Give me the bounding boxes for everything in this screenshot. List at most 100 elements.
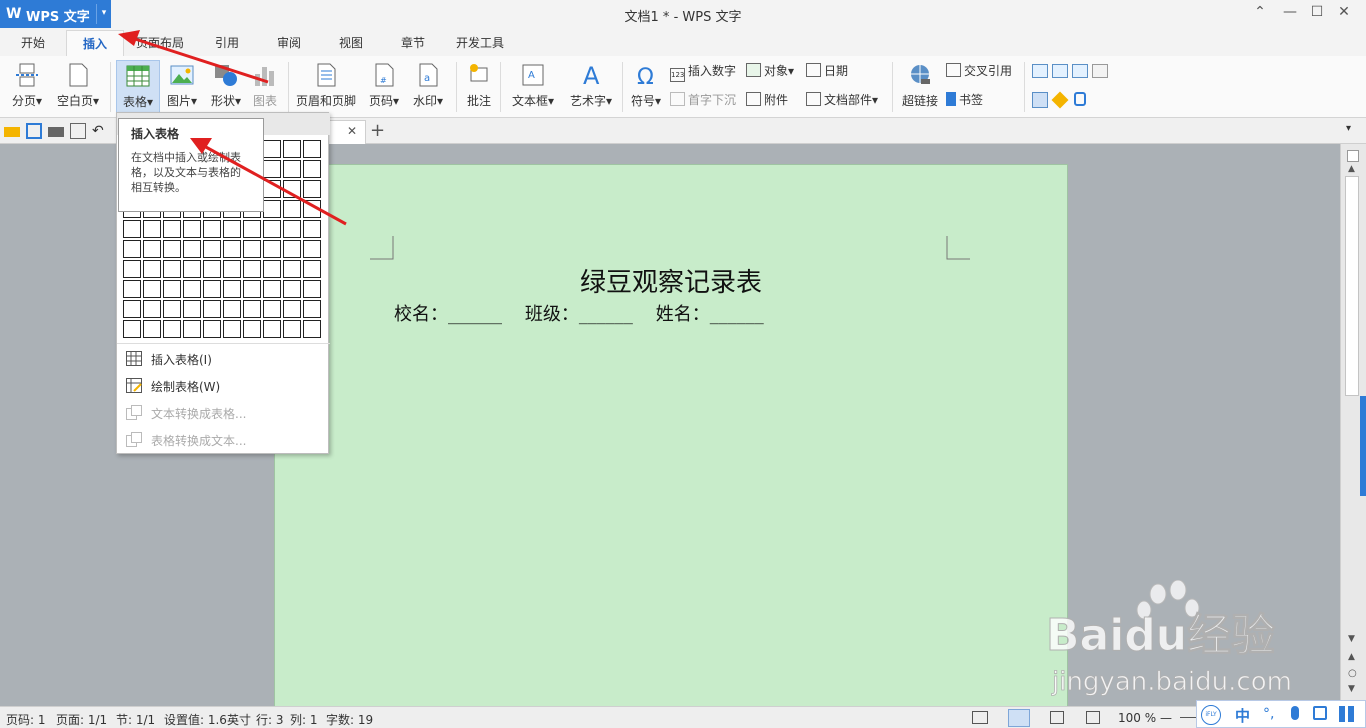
header-footer-button[interactable]: 页眉和页脚 bbox=[294, 62, 358, 109]
grid-cell[interactable] bbox=[303, 220, 321, 238]
grid-cell[interactable] bbox=[263, 240, 281, 258]
grid-cell[interactable] bbox=[223, 300, 241, 318]
watermark-button[interactable]: a 水印▾ bbox=[408, 62, 448, 109]
grid-cell[interactable] bbox=[283, 260, 301, 278]
outline-view-icon[interactable] bbox=[1050, 711, 1064, 724]
grid-cell[interactable] bbox=[183, 220, 201, 238]
grid-cell[interactable] bbox=[223, 240, 241, 258]
print-preview-icon[interactable] bbox=[70, 123, 86, 139]
grid-cell[interactable] bbox=[303, 320, 321, 338]
grid-cell[interactable] bbox=[123, 260, 141, 278]
grid-cell[interactable] bbox=[143, 260, 161, 278]
microphone-icon[interactable] bbox=[1291, 706, 1299, 720]
grid-cell[interactable] bbox=[223, 320, 241, 338]
grid-cell[interactable] bbox=[303, 280, 321, 298]
grid-cell[interactable] bbox=[143, 220, 161, 238]
add-tab-icon[interactable]: + bbox=[370, 120, 385, 141]
close-tab-icon[interactable]: ✕ bbox=[347, 124, 357, 138]
date-button[interactable]: 日期 bbox=[806, 62, 848, 80]
prev-page-icon[interactable]: ▲ bbox=[1348, 652, 1355, 662]
doc-parts-button[interactable]: 文档部件▾ bbox=[806, 91, 878, 109]
page-break-button[interactable]: 分页▾ bbox=[6, 62, 48, 109]
grid-cell[interactable] bbox=[123, 220, 141, 238]
wordart-button[interactable]: A 艺术字▾ bbox=[564, 62, 618, 109]
cross-ref-button[interactable]: 交叉引用 bbox=[946, 62, 1012, 80]
grid-cell[interactable] bbox=[183, 240, 201, 258]
form-checkbox-icon[interactable] bbox=[1052, 64, 1068, 78]
open-icon[interactable] bbox=[4, 127, 20, 137]
page-view-icon[interactable] bbox=[1008, 709, 1030, 727]
grid-cell[interactable] bbox=[163, 300, 181, 318]
menu-item-insert-table[interactable]: 插入表格(I) bbox=[117, 345, 330, 372]
insert-number-button[interactable]: 123 插入数字 bbox=[670, 62, 736, 82]
grid-cell[interactable] bbox=[263, 180, 281, 198]
form-frame-icon[interactable] bbox=[1092, 64, 1108, 78]
picture-button[interactable]: 图片▾ bbox=[162, 62, 202, 109]
grid-cell[interactable] bbox=[263, 280, 281, 298]
grid-cell[interactable] bbox=[283, 240, 301, 258]
grid-cell[interactable] bbox=[123, 320, 141, 338]
grid-cell[interactable] bbox=[143, 320, 161, 338]
hyperlink-button[interactable]: 超链接 bbox=[898, 62, 942, 109]
grid-cell[interactable] bbox=[203, 300, 221, 318]
grid-cell[interactable] bbox=[263, 200, 281, 218]
page-number-button[interactable]: # 页码▾ bbox=[364, 62, 404, 109]
grid-cell[interactable] bbox=[183, 280, 201, 298]
grid-cell[interactable] bbox=[303, 300, 321, 318]
browse-object-icon[interactable]: ○ bbox=[1348, 668, 1357, 679]
grid-cell[interactable] bbox=[183, 300, 201, 318]
scroll-up-icon[interactable]: ▲ bbox=[1348, 164, 1355, 174]
close-icon[interactable]: ✕ bbox=[1334, 4, 1354, 20]
zoom-out-icon[interactable]: — bbox=[1160, 711, 1172, 725]
grid-cell[interactable] bbox=[203, 240, 221, 258]
grid-cell[interactable] bbox=[163, 280, 181, 298]
grid-cell[interactable] bbox=[163, 260, 181, 278]
grid-cell[interactable] bbox=[183, 320, 201, 338]
grid-cell[interactable] bbox=[283, 320, 301, 338]
ime-language[interactable]: 中 bbox=[1235, 705, 1250, 726]
bookmark-button[interactable]: 书签 bbox=[946, 91, 983, 109]
grid-cell[interactable] bbox=[163, 320, 181, 338]
grid-cell[interactable] bbox=[223, 280, 241, 298]
menu-item-table-to-text[interactable]: 表格转换成文本... bbox=[117, 426, 330, 453]
symbol-button[interactable]: Ω 符号▾ bbox=[626, 62, 666, 109]
menu-item-draw-table[interactable]: 绘制表格(W) bbox=[117, 372, 330, 399]
table-button[interactable]: 表格▾ bbox=[116, 60, 160, 114]
grid-cell[interactable] bbox=[303, 160, 321, 178]
next-page-icon[interactable]: ▼ bbox=[1348, 684, 1355, 694]
shape-button[interactable]: 形状▾ bbox=[206, 62, 246, 109]
form-textbox-icon[interactable] bbox=[1032, 64, 1048, 78]
maximize-icon[interactable]: ☐ bbox=[1307, 4, 1327, 20]
grid-cell[interactable] bbox=[303, 200, 321, 218]
grid-cell[interactable] bbox=[203, 260, 221, 278]
comment-button[interactable]: 批注 bbox=[462, 62, 496, 109]
split-icon[interactable] bbox=[1347, 150, 1359, 162]
grid-cell[interactable] bbox=[283, 300, 301, 318]
zoom-slider[interactable] bbox=[1180, 717, 1196, 718]
punctuation-icon[interactable]: °, bbox=[1263, 706, 1274, 722]
object-button[interactable]: 对象▾ bbox=[746, 62, 794, 80]
grid-cell[interactable] bbox=[283, 200, 301, 218]
grid-cell[interactable] bbox=[243, 320, 261, 338]
grid-cell[interactable] bbox=[263, 300, 281, 318]
tab-references[interactable]: 引用 bbox=[204, 30, 250, 56]
grid-cell[interactable] bbox=[123, 240, 141, 258]
scroll-down-icon[interactable]: ▼ bbox=[1348, 634, 1355, 644]
grid-cell[interactable] bbox=[143, 300, 161, 318]
textbox-button[interactable]: A 文本框▾ bbox=[506, 62, 560, 109]
grid-cell[interactable] bbox=[223, 260, 241, 278]
grid-cell[interactable] bbox=[303, 240, 321, 258]
grid-cell[interactable] bbox=[123, 300, 141, 318]
grid-cell[interactable] bbox=[123, 280, 141, 298]
grid-cell[interactable] bbox=[303, 180, 321, 198]
tab-chapter[interactable]: 章节 bbox=[390, 30, 436, 56]
keyboard-icon[interactable] bbox=[1313, 706, 1327, 720]
form-shading-icon[interactable] bbox=[1032, 92, 1048, 108]
grid-cell[interactable] bbox=[283, 280, 301, 298]
chart-button[interactable]: 图表 bbox=[250, 62, 280, 109]
minimize-icon[interactable]: — bbox=[1280, 4, 1300, 20]
menu-item-text-to-table[interactable]: 文本转换成表格... bbox=[117, 399, 330, 426]
grid-cell[interactable] bbox=[183, 260, 201, 278]
tab-page-layout[interactable]: 页面布局 bbox=[128, 30, 192, 56]
grid-cell[interactable] bbox=[203, 280, 221, 298]
